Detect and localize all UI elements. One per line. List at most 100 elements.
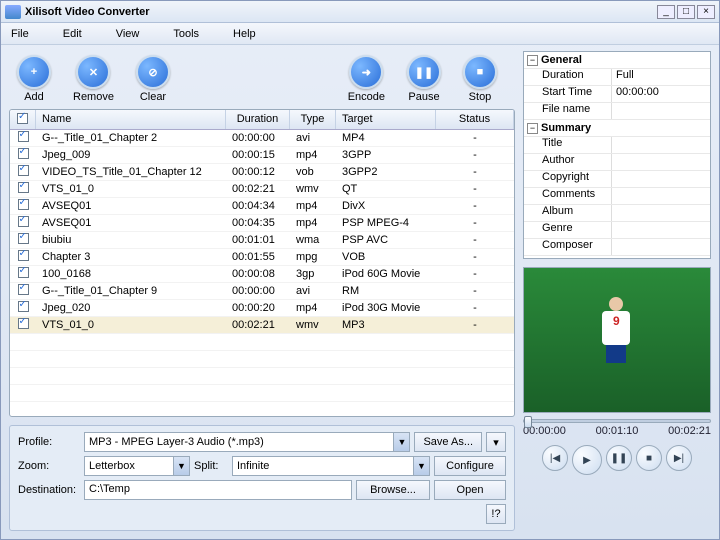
maximize-button[interactable]: □	[677, 5, 695, 19]
group-summary[interactable]: −Summary	[524, 120, 710, 137]
remove-button[interactable]: ✕Remove	[73, 55, 114, 103]
table-row[interactable]: AVSEQ0100:04:35mp4PSP MPEG-4-	[10, 215, 514, 232]
row-checkbox[interactable]	[18, 301, 29, 312]
table-row[interactable]: Chapter 300:01:55mpgVOB-	[10, 249, 514, 266]
row-checkbox[interactable]	[18, 233, 29, 244]
collapse-icon[interactable]: −	[527, 55, 538, 66]
header-target[interactable]: Target	[336, 110, 436, 129]
cell-name: Chapter 3	[36, 251, 226, 263]
cell-status: -	[436, 251, 514, 263]
group-general[interactable]: −General	[524, 52, 710, 69]
minimize-button[interactable]: _	[657, 5, 675, 19]
prop-row: Album	[524, 205, 710, 222]
table-row[interactable]: G--_Title_01_Chapter 200:00:00aviMP4-	[10, 130, 514, 147]
collapse-icon[interactable]: −	[527, 123, 538, 134]
header-type[interactable]: Type	[290, 110, 336, 129]
seek-bar[interactable]: 00:00:00 00:01:10 00:02:21	[523, 419, 711, 437]
encode-button[interactable]: ➜Encode	[348, 55, 385, 103]
prev-frame-button[interactable]: |◀	[542, 445, 568, 471]
cell-status: -	[436, 302, 514, 314]
table-row[interactable]: 100_016800:00:083gpiPod 60G Movie-	[10, 266, 514, 283]
split-select[interactable]: Infinite▼	[232, 456, 430, 476]
row-checkbox[interactable]	[18, 182, 29, 193]
row-checkbox[interactable]	[18, 199, 29, 210]
browse-button[interactable]: Browse...	[356, 480, 430, 500]
chevron-down-icon: ▼	[413, 457, 429, 475]
settings-panel: Profile: MP3 - MPEG Layer-3 Audio (*.mp3…	[9, 425, 515, 531]
slider-thumb[interactable]	[524, 416, 532, 428]
table-body: G--_Title_01_Chapter 200:00:00aviMP4-Jpe…	[10, 130, 514, 416]
row-checkbox[interactable]	[18, 131, 29, 142]
row-checkbox[interactable]	[18, 165, 29, 176]
row-checkbox[interactable]	[18, 250, 29, 261]
video-preview[interactable]: 9	[523, 267, 711, 413]
cell-target: 3GPP2	[336, 166, 436, 178]
header-status[interactable]: Status	[436, 110, 514, 129]
properties-panel[interactable]: −General DurationFull Start Time00:00:00…	[523, 51, 711, 259]
prop-row: Title	[524, 137, 710, 154]
row-checkbox[interactable]	[18, 318, 29, 329]
next-frame-button[interactable]: ▶|	[666, 445, 692, 471]
close-button[interactable]: ×	[697, 5, 715, 19]
table-row-empty	[10, 334, 514, 351]
save-as-menu-button[interactable]: ▾	[486, 432, 506, 452]
destination-input[interactable]: C:\Temp	[84, 480, 352, 500]
add-button[interactable]: +Add	[17, 55, 51, 103]
stop-button[interactable]: ■Stop	[463, 55, 497, 103]
row-checkbox[interactable]	[18, 148, 29, 159]
menu-edit[interactable]: Edit	[63, 28, 82, 40]
menu-tools[interactable]: Tools	[173, 28, 199, 40]
cell-target: PSP MPEG-4	[336, 217, 436, 229]
cell-type: wmv	[290, 183, 336, 195]
table-row[interactable]: VIDEO_TS_Title_01_Chapter 1200:00:12vob3…	[10, 164, 514, 181]
cell-status: -	[436, 183, 514, 195]
row-checkbox[interactable]	[18, 216, 29, 227]
play-button[interactable]: ▶	[572, 445, 602, 475]
app-window: Xilisoft Video Converter _ □ × File Edit…	[0, 0, 720, 540]
table-row[interactable]: Jpeg_02000:00:20mp4iPod 30G Movie-	[10, 300, 514, 317]
titlebar[interactable]: Xilisoft Video Converter _ □ ×	[1, 1, 719, 23]
zoom-select[interactable]: Letterbox▼	[84, 456, 190, 476]
cell-type: avi	[290, 285, 336, 297]
stop-playback-button[interactable]: ■	[636, 445, 662, 471]
header-duration[interactable]: Duration	[226, 110, 290, 129]
clear-button[interactable]: ⊘Clear	[136, 55, 170, 103]
cell-type: mp4	[290, 149, 336, 161]
header-checkbox[interactable]	[10, 110, 36, 129]
cell-duration: 00:01:01	[226, 234, 290, 246]
open-button[interactable]: Open	[434, 480, 506, 500]
menu-help[interactable]: Help	[233, 28, 256, 40]
cell-name: 100_0168	[36, 268, 226, 280]
table-row[interactable]: biubiu00:01:01wmaPSP AVC-	[10, 232, 514, 249]
table-row[interactable]: AVSEQ0100:04:34mp4DivX-	[10, 198, 514, 215]
cell-type: wmv	[290, 319, 336, 331]
menu-file[interactable]: File	[11, 28, 29, 40]
header-name[interactable]: Name	[36, 110, 226, 129]
cell-target: 3GPP	[336, 149, 436, 161]
pause-button[interactable]: ❚❚Pause	[407, 55, 441, 103]
plus-icon: +	[17, 55, 51, 89]
table-row[interactable]: VTS_01_000:02:21wmvQT-	[10, 181, 514, 198]
table-row[interactable]: G--_Title_01_Chapter 900:00:00aviRM-	[10, 283, 514, 300]
cell-name: AVSEQ01	[36, 200, 226, 212]
help-button[interactable]: !?	[486, 504, 506, 524]
save-as-button[interactable]: Save As...	[414, 432, 482, 452]
table-row[interactable]: VTS_01_000:02:21wmvMP3-	[10, 317, 514, 334]
cell-type: mp4	[290, 302, 336, 314]
cell-duration: 00:02:21	[226, 183, 290, 195]
app-icon	[5, 5, 21, 19]
menu-view[interactable]: View	[116, 28, 140, 40]
configure-button[interactable]: Configure	[434, 456, 506, 476]
table-row[interactable]: Jpeg_00900:00:15mp43GPP-	[10, 147, 514, 164]
row-checkbox[interactable]	[18, 267, 29, 278]
cell-status: -	[436, 234, 514, 246]
pause-playback-button[interactable]: ❚❚	[606, 445, 632, 471]
cell-duration: 00:00:15	[226, 149, 290, 161]
toolbar: +Add ✕Remove ⊘Clear ➜Encode ❚❚Pause ■Sto…	[9, 51, 515, 109]
table-row-empty	[10, 351, 514, 368]
profile-select[interactable]: MP3 - MPEG Layer-3 Audio (*.mp3)▼	[84, 432, 410, 452]
cell-duration: 00:00:12	[226, 166, 290, 178]
prop-row: DurationFull	[524, 69, 710, 86]
cell-name: Jpeg_009	[36, 149, 226, 161]
row-checkbox[interactable]	[18, 284, 29, 295]
